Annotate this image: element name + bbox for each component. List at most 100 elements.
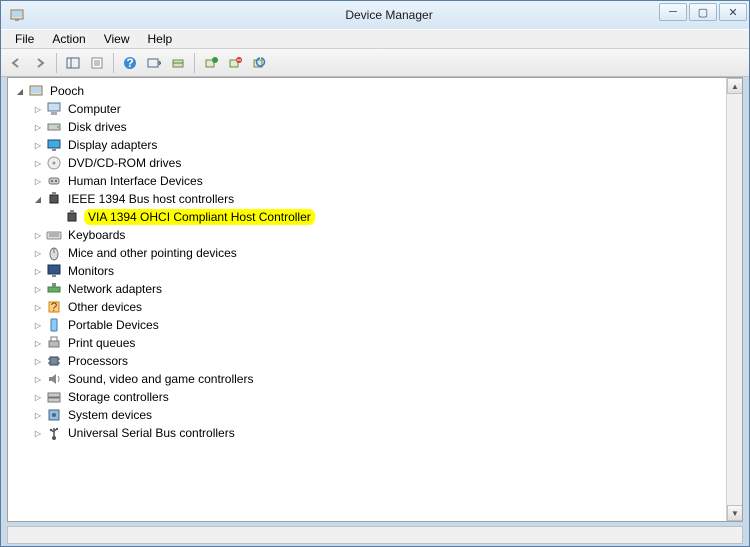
svg-text:?: ? [126,56,133,70]
forward-button[interactable] [29,52,51,74]
ieee1394-icon [64,209,80,225]
menu-file[interactable]: File [7,30,42,48]
expand-icon[interactable]: ▷ [32,355,44,367]
tree-node[interactable]: ▷ Processors [10,352,740,370]
disk-icon [46,119,62,135]
tree-node[interactable]: ▷Monitors [10,262,740,280]
menu-action[interactable]: Action [44,30,93,48]
tree-node-label: Processors [66,354,130,368]
statusbar [7,526,743,544]
tree-node-label: Computer [66,102,123,116]
tree-node-label: DVD/CD-ROM drives [66,156,183,170]
minimize-button[interactable]: ─ [659,3,687,21]
tree-node-label: Disk drives [66,120,129,134]
collapse-icon[interactable]: ◢ [14,85,26,97]
maximize-button[interactable]: ▢ [689,3,717,21]
tree-node[interactable]: ▷ Network adapters [10,280,740,298]
toolbar-separator [56,53,57,73]
expand-icon[interactable]: ▷ [32,337,44,349]
expand-icon[interactable]: ▷ [32,175,44,187]
tree-node-label: System devices [66,408,154,422]
printer-icon [46,335,62,351]
computer-icon [46,101,62,117]
tree-node-label: IEEE 1394 Bus host controllers [66,192,236,206]
storage-icon [46,389,62,405]
tree-node-label: Sound, video and game controllers [66,372,255,386]
window-title: Device Manager [345,8,432,22]
hid-icon [46,173,62,189]
toolbar-separator [113,53,114,73]
expand-icon[interactable]: ▷ [32,157,44,169]
tree-node[interactable]: VIA 1394 OHCI Compliant Host Controller [10,208,740,226]
collapse-icon[interactable]: ◢ [32,193,44,205]
monitor-icon [46,263,62,279]
close-button[interactable]: ✕ [719,3,747,21]
device-tree[interactable]: ◢ Pooch ▷ Computer ▷ Disk drives ▷ Display adap… [8,78,742,521]
toolbar-separator [194,53,195,73]
tree-node[interactable]: ▷ Sound, video and game controllers [10,370,740,388]
tree-node[interactable]: ▷ Display adapters [10,136,740,154]
expand-icon[interactable]: ▷ [32,391,44,403]
portable-icon [46,317,62,333]
other-icon: ? [46,299,62,315]
tree-root-label: Pooch [48,84,86,98]
expand-icon[interactable]: ▷ [32,301,44,313]
expand-icon[interactable]: ▷ [32,409,44,421]
expand-icon[interactable]: ▷ [32,121,44,133]
tree-node-label: Print queues [66,336,137,350]
tree-node-label: Network adapters [66,282,164,296]
menu-view[interactable]: View [96,30,138,48]
computer-icon [28,83,44,99]
expand-icon[interactable]: ▷ [32,103,44,115]
help-button[interactable]: ? [119,52,141,74]
expand-icon[interactable]: ▷ [32,319,44,331]
tree-node[interactable]: ▷?Other devices [10,298,740,316]
tree-node-label: Display adapters [66,138,159,152]
expand-icon[interactable]: ▷ [32,139,44,151]
show-hide-tree-button[interactable] [62,52,84,74]
tree-node[interactable]: ▷ Universal Serial Bus controllers [10,424,740,442]
expand-icon[interactable]: ▷ [32,229,44,241]
tree-node[interactable]: ▷ Print queues [10,334,740,352]
expand-icon[interactable]: ▷ [32,373,44,385]
app-icon [9,7,25,23]
scan-button[interactable] [167,52,189,74]
tree-node[interactable]: ▷Portable Devices [10,316,740,334]
tree-node[interactable]: ▷ Disk drives [10,118,740,136]
tree-root[interactable]: ◢ Pooch [10,82,740,100]
tree-node[interactable]: ▷ Human Interface Devices [10,172,740,190]
tree-node-label: Storage controllers [66,390,171,404]
sound-icon [46,371,62,387]
cpu-icon [46,353,62,369]
tree-node[interactable]: ▷ Computer [10,100,740,118]
disable-button[interactable] [248,52,270,74]
tree-node[interactable]: ▷ Storage controllers [10,388,740,406]
tree-node[interactable]: ▷ DVD/CD-ROM drives [10,154,740,172]
dvd-icon [46,155,62,171]
menu-help[interactable]: Help [140,30,181,48]
expand-icon[interactable]: ▷ [32,427,44,439]
scroll-up-button[interactable]: ▲ [727,78,743,94]
tree-node-label: Human Interface Devices [66,174,205,188]
titlebar[interactable]: Device Manager ─ ▢ ✕ [1,1,749,29]
expand-icon[interactable]: ▷ [32,265,44,277]
back-button[interactable] [5,52,27,74]
tree-node[interactable]: ▷ Keyboards [10,226,740,244]
expand-icon[interactable]: ▷ [32,247,44,259]
expand-icon[interactable]: ▷ [32,283,44,295]
tree-node[interactable]: ▷ Mice and other pointing devices [10,244,740,262]
tree-node-label: Keyboards [66,228,127,242]
update-driver-button[interactable] [200,52,222,74]
uninstall-button[interactable] [224,52,246,74]
content-area: ◢ Pooch ▷ Computer ▷ Disk drives ▷ Display adap… [7,77,743,522]
properties-button[interactable] [86,52,108,74]
tree-node-label: VIA 1394 OHCI Compliant Host Controller [84,209,315,225]
tree-node-label: Mice and other pointing devices [66,246,239,260]
keyboard-icon [46,227,62,243]
tree-node[interactable]: ◢ IEEE 1394 Bus host controllers [10,190,740,208]
action-button[interactable] [143,52,165,74]
vertical-scrollbar[interactable]: ▲ ▼ [726,78,742,521]
tree-node-label: Universal Serial Bus controllers [66,426,237,440]
tree-node[interactable]: ▷ System devices [10,406,740,424]
scroll-down-button[interactable]: ▼ [727,505,743,521]
